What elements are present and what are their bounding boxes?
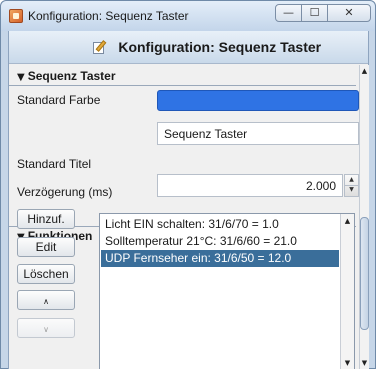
dialog-content: Konfiguration: Sequenz Taster ▼ Sequenz T… <box>8 31 369 369</box>
close-button[interactable]: ✕ <box>327 4 371 22</box>
standard-titel-input[interactable] <box>157 122 359 145</box>
list-item[interactable]: Solltemperatur 21°C: 31/6/60 = 21.0 <box>101 233 339 250</box>
standard-titel-label: Standard Titel <box>17 157 92 171</box>
dialog-header: Konfiguration: Sequenz Taster <box>9 31 368 64</box>
funktionen-list[interactable]: Licht EIN schalten: 31/6/70 = 1.0 Sollte… <box>99 213 355 369</box>
header-title: Konfiguration: Sequenz Taster <box>118 39 322 55</box>
window-title: Konfiguration: Sequenz Taster <box>28 9 189 23</box>
move-down-button: ∨ <box>17 318 75 338</box>
dialog-window: Konfiguration: Sequenz Taster — ☐ ✕ Konf… <box>0 0 376 369</box>
scrollbar-thumb[interactable] <box>360 217 369 330</box>
app-icon <box>9 9 23 23</box>
scroll-down-icon[interactable]: ▼ <box>360 357 369 369</box>
minimize-button[interactable]: — <box>275 4 302 22</box>
standard-farbe-label: Standard Farbe <box>17 93 101 107</box>
section-header-sequenz-taster[interactable]: ▼ Sequenz Taster <box>17 69 116 83</box>
move-up-button[interactable]: ∧ <box>17 290 75 310</box>
section-divider <box>9 85 356 86</box>
chevron-up-icon: ∧ <box>43 297 49 306</box>
scroll-up-icon[interactable]: ▲ <box>341 214 354 228</box>
delete-button[interactable]: Löschen <box>17 264 75 284</box>
spinner-down-icon[interactable]: ▼ <box>345 185 358 196</box>
window-controls: — ☐ ✕ <box>275 4 371 22</box>
edit-document-icon <box>93 40 109 54</box>
scroll-up-icon[interactable]: ▲ <box>360 65 369 77</box>
list-item[interactable]: Licht EIN schalten: 31/6/70 = 1.0 <box>101 216 339 233</box>
add-button[interactable]: Hinzuf. <box>17 209 75 229</box>
verzoegerung-spinner[interactable]: ▲ ▼ <box>344 174 359 197</box>
scroll-down-icon[interactable]: ▼ <box>341 356 354 369</box>
section-title: Sequenz Taster <box>27 69 116 83</box>
verzoegerung-label: Verzögerung (ms) <box>17 185 113 199</box>
title-bar[interactable]: Konfiguration: Sequenz Taster — ☐ ✕ <box>1 1 375 31</box>
verzoegerung-input[interactable]: 2.000 <box>157 174 343 197</box>
collapse-triangle-icon: ▼ <box>17 72 25 83</box>
chevron-down-icon: ∨ <box>43 325 49 334</box>
list-scrollbar[interactable]: ▲ ▼ <box>340 214 354 369</box>
list-item-selected[interactable]: UDP Fernseher ein: 31/6/50 = 12.0 <box>101 250 339 267</box>
maximize-button[interactable]: ☐ <box>301 4 328 22</box>
header-title-group: Konfiguration: Sequenz Taster <box>93 39 321 55</box>
edit-button[interactable]: Edit <box>17 237 75 257</box>
standard-farbe-color-picker[interactable] <box>157 90 359 111</box>
form-scrollbar[interactable]: ▲ ▼ <box>359 65 369 369</box>
